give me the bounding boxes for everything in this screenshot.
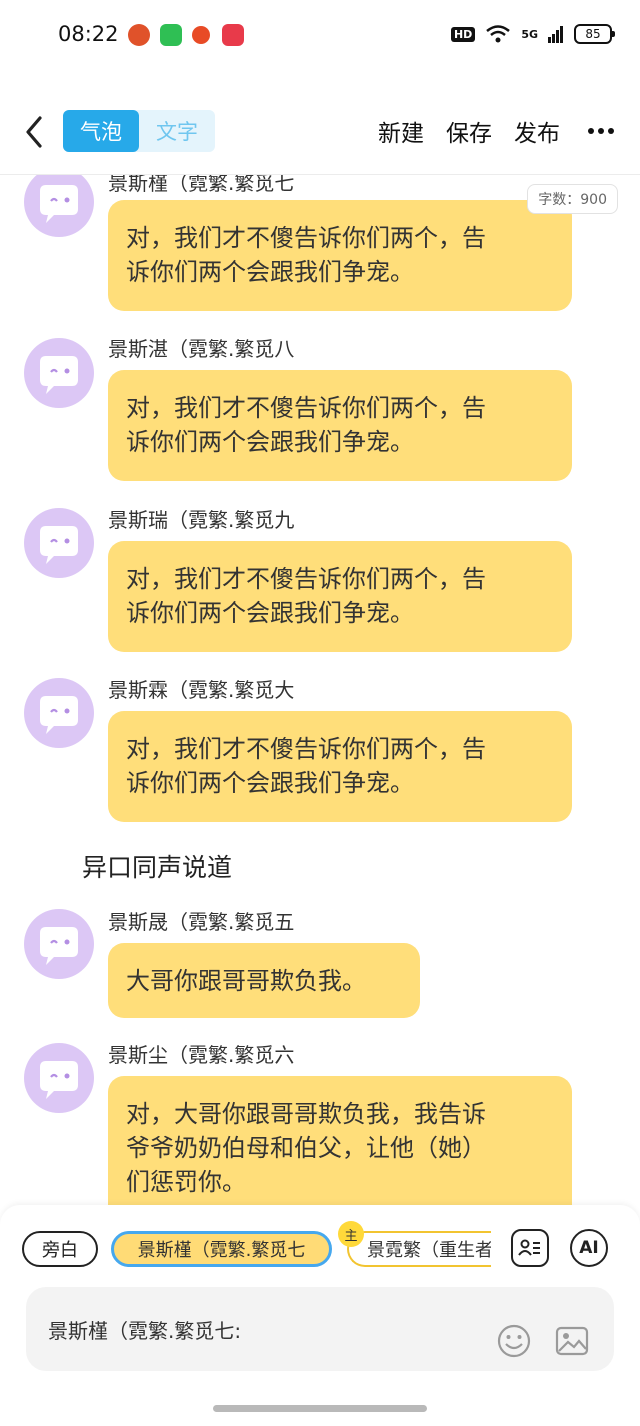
role-lead-chip[interactable]: 景霓繁（重生者 bbox=[347, 1231, 491, 1267]
avatar[interactable] bbox=[24, 909, 94, 979]
publish-button[interactable]: 发布 bbox=[514, 114, 560, 148]
hd-icon: HD bbox=[450, 26, 476, 42]
word-count: 字数：900 bbox=[527, 184, 618, 214]
notification-app-icon bbox=[128, 24, 150, 46]
ai-button[interactable]: AI bbox=[570, 1229, 608, 1267]
new-button[interactable]: 新建 bbox=[378, 114, 424, 148]
character-name: 景斯晟（霓繁.繁觅五 bbox=[108, 910, 295, 934]
image-icon[interactable] bbox=[554, 1323, 590, 1359]
input-text[interactable]: 景斯槿（霓繁.繁觅七: bbox=[48, 1315, 241, 1344]
character-name: 景斯霖（霓繁.繁觅大 bbox=[108, 678, 295, 702]
message-line: 对，我们才不傻告诉你们两个，告 bbox=[126, 565, 486, 593]
mode-switch: 气泡 文字 bbox=[63, 110, 215, 152]
battery-indicator: 85 bbox=[574, 24, 615, 44]
toolbar-actions: 新建 保存 发布 bbox=[378, 114, 614, 148]
message-line: 爷爷奶奶伯母和伯父，让他（她） bbox=[126, 1134, 486, 1162]
status-time: 08:22 bbox=[58, 22, 119, 46]
back-icon[interactable] bbox=[20, 112, 50, 152]
message-bubble[interactable]: 对，大哥你跟哥哥欺负我，我告诉 爷爷奶奶伯母和伯父，让他（她） 们惩罚你。 bbox=[108, 1076, 572, 1205]
message-bubble[interactable]: 大哥你跟哥哥欺负我。 bbox=[108, 943, 420, 1018]
avatar[interactable] bbox=[24, 175, 94, 237]
avatar[interactable] bbox=[24, 1043, 94, 1113]
signal-icon bbox=[548, 26, 563, 43]
character-name: 景斯槿（霓繁.繁觅七 bbox=[108, 175, 295, 195]
message-line: 诉你们两个会跟我们争宠。 bbox=[126, 258, 414, 286]
role-narrator-chip[interactable]: 旁白 bbox=[22, 1231, 98, 1267]
message-line: 对，大哥你跟哥哥欺负我，我告诉 bbox=[126, 1100, 486, 1128]
status-indicators: HD 5G 85 bbox=[450, 24, 615, 44]
narration-text[interactable]: 异口同声说道 bbox=[82, 848, 232, 884]
save-button[interactable]: 保存 bbox=[446, 114, 492, 148]
network-label: 5G bbox=[521, 27, 538, 41]
message-line: 对，我们才不傻告诉你们两个，告 bbox=[126, 735, 486, 763]
emoji-icon[interactable] bbox=[496, 1323, 532, 1359]
character-name: 景斯尘（霓繁.繁觅六 bbox=[108, 1043, 295, 1067]
dialogue-input[interactable]: 景斯槿（霓繁.繁觅七: bbox=[26, 1287, 614, 1371]
message-line: 诉你们两个会跟我们争宠。 bbox=[126, 599, 414, 627]
tab-text[interactable]: 文字 bbox=[139, 110, 215, 152]
message-line: 们惩罚你。 bbox=[126, 1168, 246, 1196]
notification-app-icon bbox=[192, 26, 210, 44]
status-bar: 08:22 HD 5G 85 bbox=[0, 0, 640, 72]
avatar[interactable] bbox=[24, 678, 94, 748]
message-line: 大哥你跟哥哥欺负我。 bbox=[126, 967, 366, 995]
message-bubble[interactable]: 对，我们才不傻告诉你们两个，告 诉你们两个会跟我们争宠。 bbox=[108, 711, 572, 822]
tab-bubble[interactable]: 气泡 bbox=[63, 110, 139, 152]
more-icon[interactable] bbox=[588, 128, 614, 134]
avatar[interactable] bbox=[24, 508, 94, 578]
character-name: 景斯瑞（霓繁.繁觅九 bbox=[108, 508, 295, 532]
avatar[interactable] bbox=[24, 338, 94, 408]
contact-card-icon[interactable] bbox=[511, 1229, 549, 1267]
lead-badge: 主 bbox=[338, 1221, 364, 1247]
home-indicator[interactable] bbox=[213, 1405, 427, 1412]
message-bubble[interactable]: 对，我们才不傻告诉你们两个，告 诉你们两个会跟我们争宠。 bbox=[108, 370, 572, 481]
character-name: 景斯湛（霓繁.繁觅八 bbox=[108, 337, 295, 361]
notification-app-icon bbox=[160, 24, 182, 46]
message-line: 对，我们才不傻告诉你们两个，告 bbox=[126, 394, 486, 422]
notification-app-icon bbox=[222, 24, 244, 46]
message-line: 诉你们两个会跟我们争宠。 bbox=[126, 428, 414, 456]
dialogue-list[interactable]: 景斯槿（霓繁.繁觅七 对，我们才不傻告诉你们两个，告 诉你们两个会跟我们争宠。 … bbox=[0, 175, 640, 1205]
role-selected-chip[interactable]: 景斯槿（霓繁.繁觅七 bbox=[111, 1231, 332, 1267]
message-line: 诉你们两个会跟我们争宠。 bbox=[126, 769, 414, 797]
editor-toolbar: 气泡 文字 新建 保存 发布 bbox=[0, 100, 640, 164]
composer-panel: 旁白 景斯槿（霓繁.繁觅七 景霓繁（重生者 主 AI 景斯槿（霓繁.繁觅七: bbox=[0, 1205, 640, 1426]
message-bubble[interactable]: 对，我们才不傻告诉你们两个，告 诉你们两个会跟我们争宠。 bbox=[108, 200, 572, 311]
message-line: 对，我们才不傻告诉你们两个，告 bbox=[126, 224, 486, 252]
message-bubble[interactable]: 对，我们才不傻告诉你们两个，告 诉你们两个会跟我们争宠。 bbox=[108, 541, 572, 652]
wifi-icon bbox=[486, 25, 511, 43]
